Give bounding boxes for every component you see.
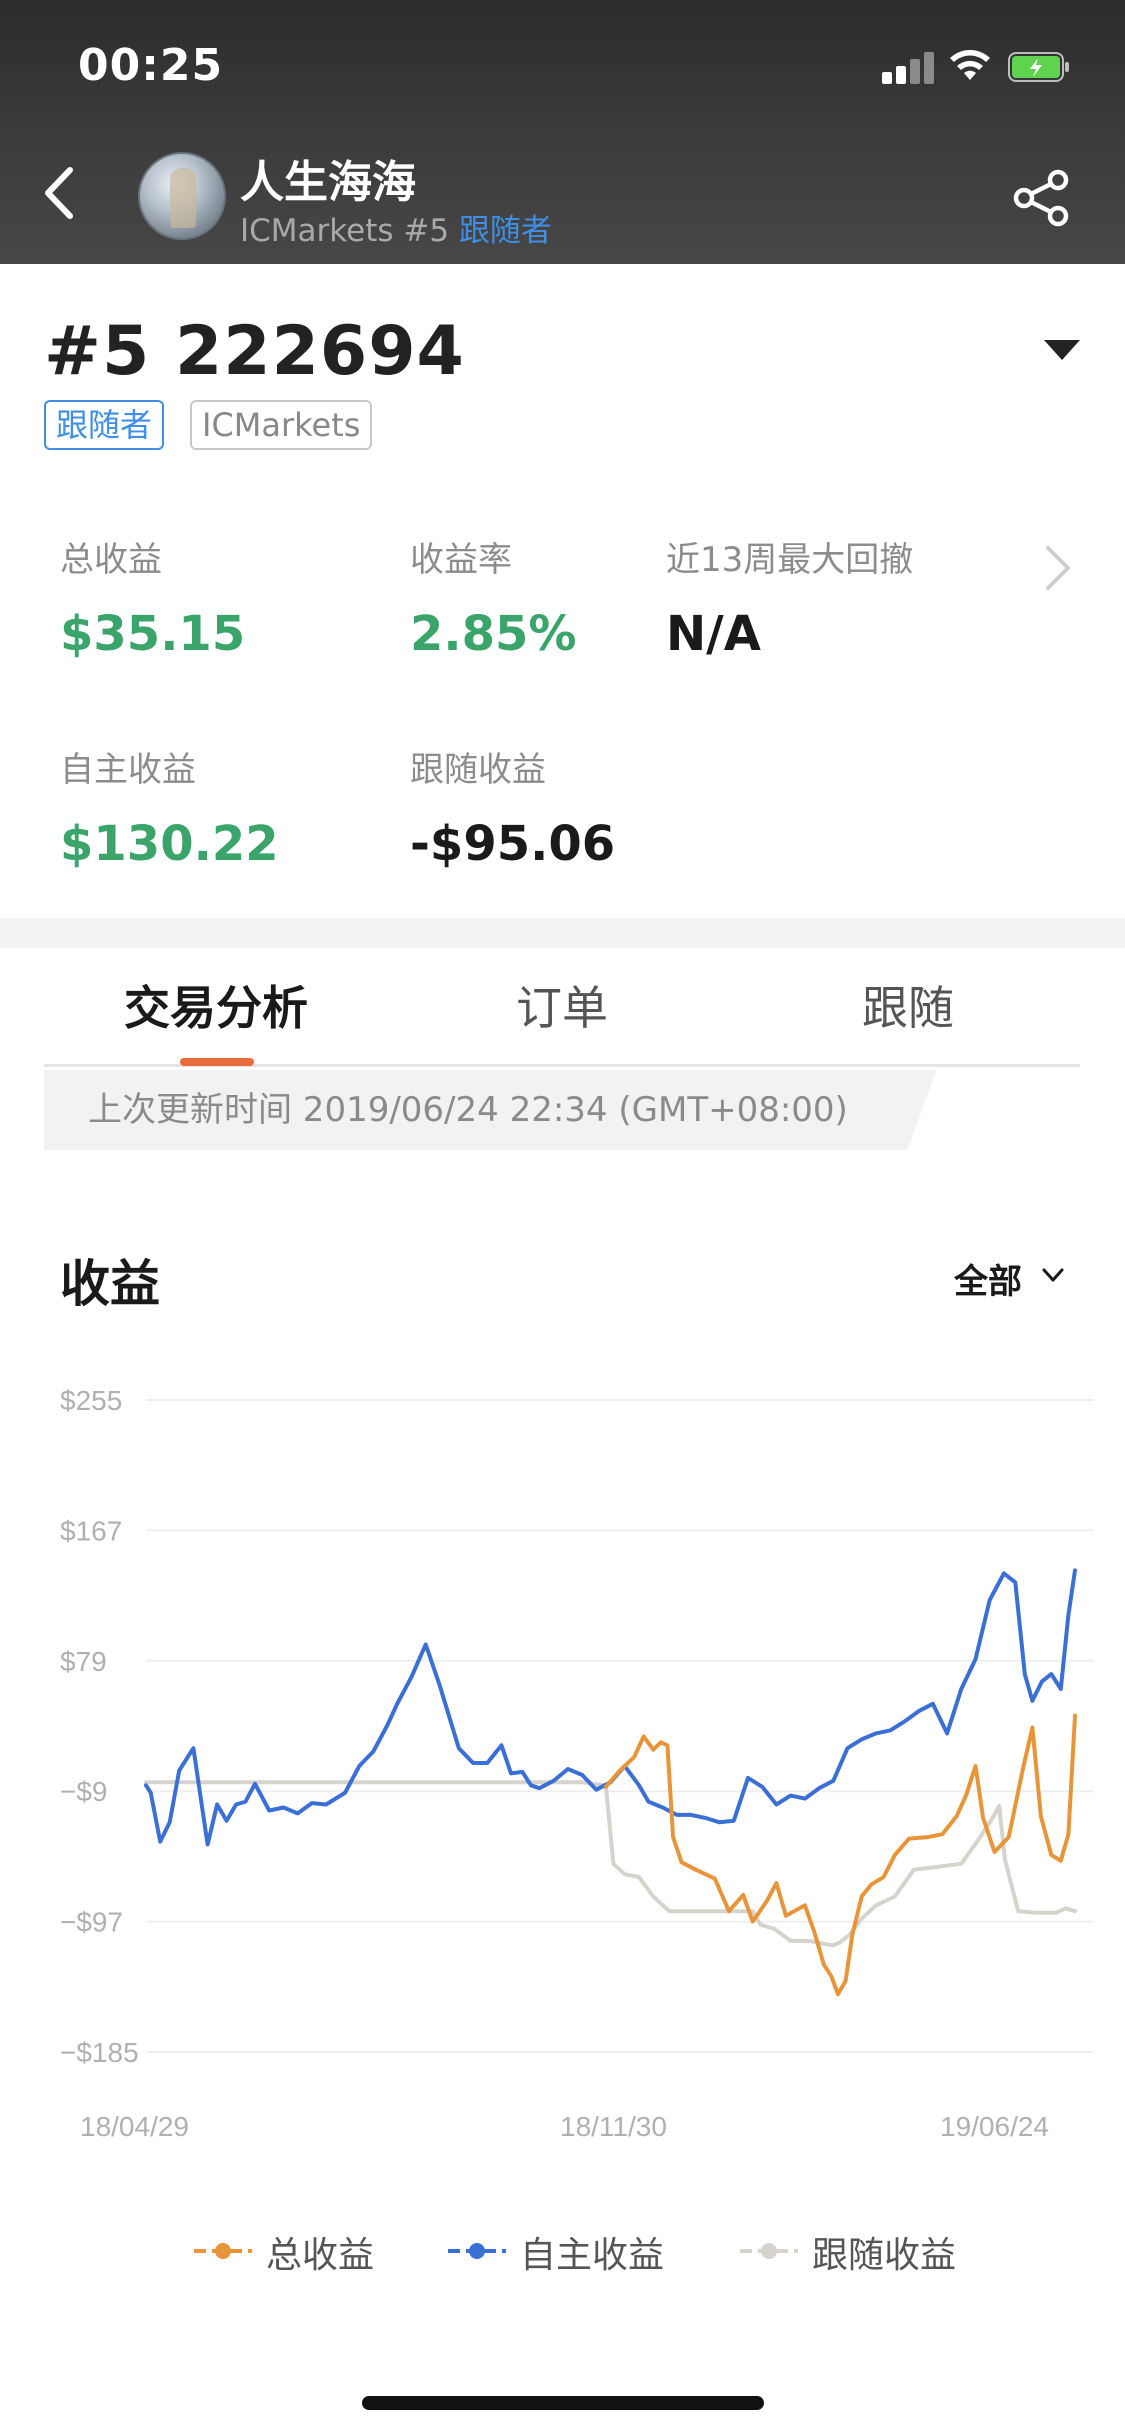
user-subtitle: ICMarkets #5 跟随者 (240, 205, 552, 250)
return-rate-value: 2.85% (410, 606, 577, 662)
x-tick-label: 18/04/29 (80, 2111, 189, 2142)
self-profit-value: $130.22 (60, 816, 279, 872)
max-drawdown-label: 近13周最大回撤 (666, 540, 914, 580)
follow-profit-value: -$95.06 (410, 816, 616, 872)
y-tick-label: $167 (60, 1515, 122, 1546)
follow-profit-label: 跟随收益 (410, 750, 546, 790)
chart-title: 收益 (60, 1255, 160, 1313)
role-link[interactable]: 跟随者 (459, 213, 552, 249)
account-id: #5 222694 (44, 312, 465, 391)
share-icon[interactable] (1010, 166, 1074, 230)
user-name: 人生海海 (240, 157, 416, 208)
wifi-icon (950, 50, 990, 80)
y-tick-label: $79 (60, 1646, 107, 1677)
max-drawdown-value: N/A (666, 606, 761, 662)
range-filter[interactable]: 全部 (954, 1254, 1022, 1303)
legend-orange-swatch (194, 2243, 252, 2259)
return-rate-label: 收益率 (410, 540, 512, 580)
role-tag: 跟随者 (44, 400, 165, 450)
tab-follow[interactable]: 跟随 (862, 972, 954, 1038)
total-profit-label: 总收益 (60, 540, 162, 580)
top-header: 00:25 人生海海 ICMarkets #5 跟随者 (0, 0, 1125, 264)
self-profit-label: 自主收益 (60, 750, 196, 790)
back-button[interactable] (36, 158, 84, 228)
broker-tag: ICMarkets (190, 400, 373, 450)
broker-rank: ICMarkets #5 (240, 213, 450, 249)
chevron-down-icon[interactable] (1040, 1262, 1066, 1288)
account-dropdown-icon[interactable] (1044, 340, 1080, 360)
last-update-bar: 上次更新时间 2019/06/24 22:34 (GMT+08:00) (44, 1070, 902, 1150)
battery-charging-icon (1008, 52, 1069, 82)
y-tick-label: −$185 (60, 2037, 139, 2068)
x-tick-label: 19/06/24 (940, 2111, 1049, 2142)
last-update-text: 上次更新时间 2019/06/24 22:34 (GMT+08:00) (88, 1090, 848, 1130)
y-tick-label: −$97 (60, 1907, 123, 1938)
legend-label: 跟随收益 (812, 2235, 957, 2276)
home-indicator[interactable] (362, 2396, 764, 2410)
avatar[interactable] (138, 152, 226, 240)
series-line-self (144, 1568, 1077, 1847)
status-time: 00:25 (78, 40, 224, 91)
y-tick-label: −$9 (60, 1776, 108, 1807)
total-profit-value: $35.15 (60, 606, 246, 662)
legend-gray-swatch (740, 2243, 798, 2259)
cellular-signal-icon (882, 50, 936, 84)
active-tab-indicator (180, 1058, 254, 1066)
chevron-right-icon[interactable] (1040, 542, 1074, 594)
legend-blue-swatch (448, 2243, 506, 2259)
legend-label: 自主收益 (520, 2235, 665, 2276)
legend-label: 总收益 (266, 2235, 375, 2276)
tab-trade-analysis[interactable]: 交易分析 (124, 972, 308, 1038)
y-tick-label: $255 (60, 1385, 122, 1416)
x-tick-label: 18/11/30 (560, 2111, 667, 2142)
profit-line-chart[interactable]: $255 $167 $79 −$9 −$97 −$185 18/04/29 18/11/30 1… (0, 1360, 1125, 2160)
tab-orders[interactable]: 订单 (516, 972, 608, 1038)
section-divider (0, 918, 1125, 948)
